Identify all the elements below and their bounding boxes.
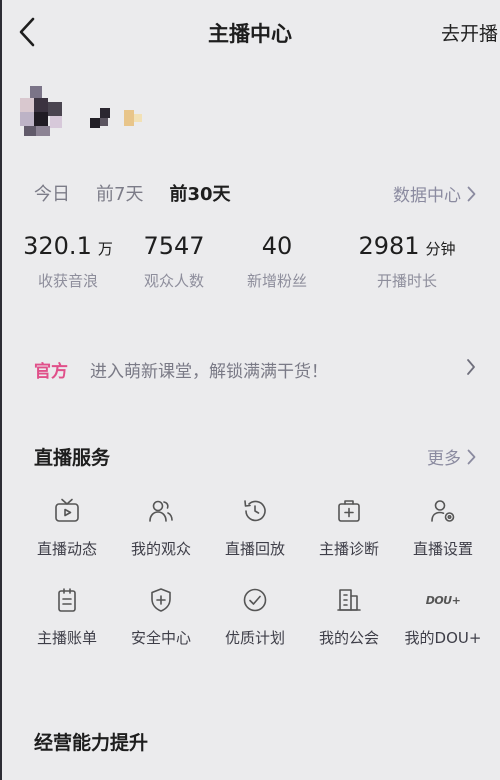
tab-30-days[interactable]: 前30天 <box>169 180 230 206</box>
bill-icon <box>58 588 76 612</box>
service-my-audience[interactable]: 我的观众 <box>114 496 208 559</box>
service-label: 主播诊断 <box>318 540 379 558</box>
service-label: 安全中心 <box>130 629 191 647</box>
back-button[interactable] <box>14 16 40 48</box>
service-label: 我的观众 <box>130 540 191 558</box>
section-title-business-growth: 经营能力提升 <box>34 732 149 754</box>
medical-kit-icon <box>338 500 360 522</box>
official-tag: 官方 <box>34 362 68 382</box>
period-tabs: 今日 前7天 前30天 <box>34 180 257 206</box>
avatar <box>20 84 72 140</box>
official-banner[interactable]: 官方 进入萌新课堂，解锁满满干货！ <box>0 346 500 392</box>
stat-yinlang[interactable]: 320.1 万 收获音浪 <box>10 232 126 291</box>
tab-today[interactable]: 今日 <box>34 180 70 206</box>
profile-mosaic[interactable] <box>20 84 180 144</box>
chevron-left-icon <box>19 17 35 47</box>
stat-viewers[interactable]: 7547 观众人数 <box>126 232 222 291</box>
go-live-button[interactable]: 去开播 <box>441 19 498 46</box>
service-label: 我的DOU+ <box>404 629 482 647</box>
stat-unit: 分钟 <box>425 240 456 258</box>
services-grid: 直播动态 我的观众 直播回放 主播诊断 直播设置 主播账单 安全中心 优质计划 … <box>20 496 490 648</box>
data-center-label: 数据中心 <box>393 186 461 206</box>
section-title-live-services: 直播服务 <box>34 447 111 469</box>
service-label: 直播动态 <box>36 540 97 558</box>
data-center-link[interactable]: 数据中心 <box>393 181 476 206</box>
users-icon <box>149 500 173 522</box>
header: 主播中心 去开播 <box>0 0 500 64</box>
page-title: 主播中心 <box>208 22 292 46</box>
stats-row: 320.1 万 收获音浪 7547 观众人数 40 新增粉丝 2981 分钟 开播时… <box>10 232 490 291</box>
service-my-guild[interactable]: 我的公会 <box>302 585 396 648</box>
stat-unit: 万 <box>97 240 113 258</box>
stat-label: 新增粉丝 <box>246 272 307 290</box>
stat-label: 收获音浪 <box>37 272 98 290</box>
service-label: 直播设置 <box>412 540 473 558</box>
service-quality-plan[interactable]: 优质计划 <box>208 585 302 648</box>
service-bills[interactable]: 主播账单 <box>20 585 114 648</box>
chevron-right-icon <box>467 186 476 201</box>
stat-label: 开播时长 <box>376 272 437 290</box>
service-label: 直播回放 <box>224 540 285 558</box>
service-live-feed[interactable]: 直播动态 <box>20 496 114 559</box>
replay-clock-icon <box>244 500 266 522</box>
service-my-dou-plus[interactable]: DOU+ 我的DOU+ <box>396 585 490 648</box>
service-label: 我的公会 <box>318 629 379 647</box>
banner-text: 进入萌新课堂，解锁满满干货！ <box>90 362 328 382</box>
service-label: 优质计划 <box>224 629 285 647</box>
service-label: 主播账单 <box>36 629 97 647</box>
chevron-right-icon <box>467 449 476 464</box>
service-diagnosis[interactable]: 主播诊断 <box>302 496 396 559</box>
stat-value: 2981 <box>358 232 420 260</box>
stat-value: 320.1 <box>23 232 92 260</box>
service-security-center[interactable]: 安全中心 <box>114 585 208 648</box>
stat-value: 40 <box>261 232 293 260</box>
tv-icon <box>55 498 79 522</box>
more-link[interactable]: 更多 <box>427 444 476 469</box>
username-mosaic <box>88 106 158 132</box>
check-circle-icon <box>243 588 267 612</box>
stat-label: 观众人数 <box>143 272 204 290</box>
stat-new-fans[interactable]: 40 新增粉丝 <box>222 232 332 291</box>
tab-7-days[interactable]: 前7天 <box>96 180 143 206</box>
chevron-right-icon <box>467 359 475 375</box>
stat-live-duration[interactable]: 2981 分钟 开播时长 <box>332 232 482 291</box>
service-live-settings[interactable]: 直播设置 <box>396 496 490 559</box>
building-icon <box>337 589 361 611</box>
shield-plus-icon <box>151 588 171 612</box>
service-live-replay[interactable]: 直播回放 <box>208 496 302 559</box>
dou-plus-icon: DOU+ <box>425 593 461 607</box>
stat-value: 7547 <box>143 232 205 260</box>
more-label: 更多 <box>427 449 461 469</box>
user-settings-icon <box>431 500 455 522</box>
